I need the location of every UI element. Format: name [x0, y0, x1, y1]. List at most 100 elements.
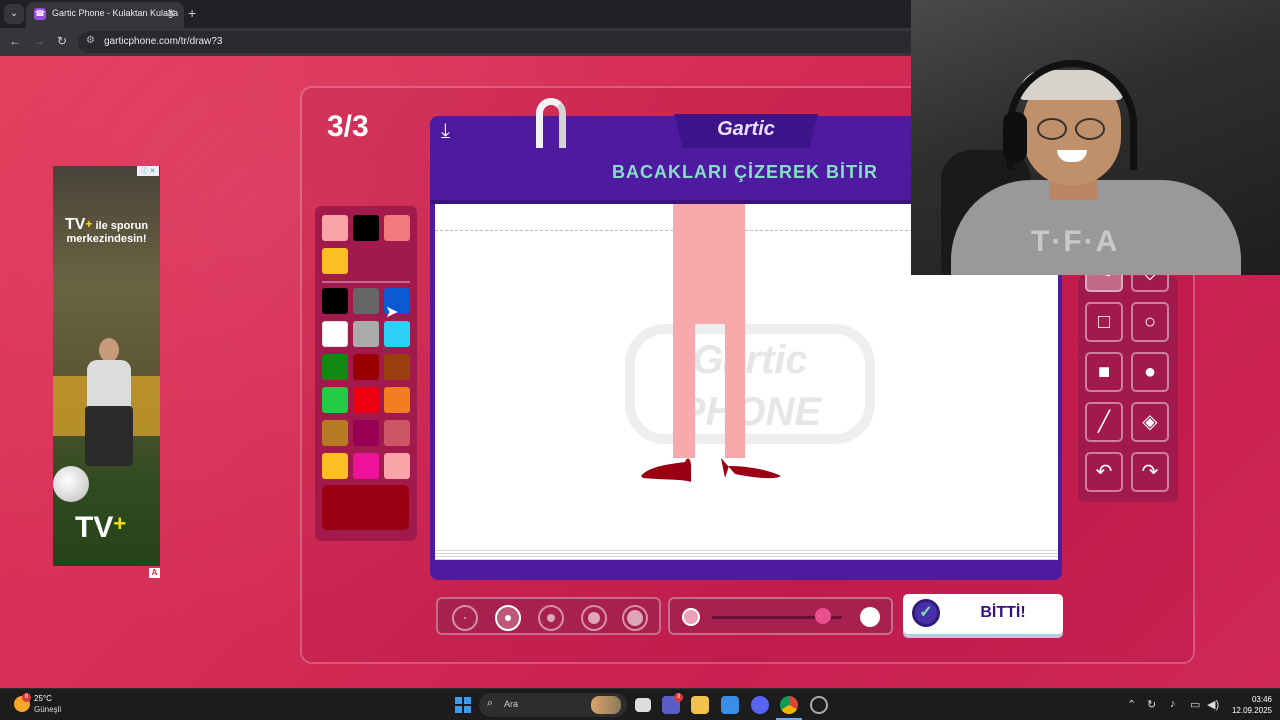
- ad-bottom-plus: +: [113, 511, 127, 536]
- tray-sync-icon[interactable]: ↻: [1147, 698, 1156, 711]
- advertisement[interactable]: ⓘ ✕ TV+ ile sporun merkezindesin! TV+: [53, 166, 160, 566]
- color-swatch[interactable]: [322, 453, 348, 479]
- rect-outline-tool-icon[interactable]: □: [1085, 302, 1123, 342]
- color-swatch[interactable]: [384, 354, 410, 380]
- drawing-prompt: BACAKLARI ÇİZEREK BİTİR: [612, 162, 878, 182]
- brush-size-3[interactable]: [538, 605, 564, 631]
- brush-size-selector: [436, 597, 661, 635]
- steam-icon[interactable]: [810, 696, 828, 714]
- tab-search-button[interactable]: ⌄: [4, 4, 24, 24]
- mouse-cursor-icon: ➤: [385, 304, 399, 321]
- color-swatch[interactable]: [353, 288, 379, 314]
- color-swatch[interactable]: [353, 453, 379, 479]
- network-icon[interactable]: ▭: [1190, 698, 1200, 711]
- file-explorer-icon[interactable]: [691, 696, 709, 714]
- search-placeholder: Ara: [504, 699, 519, 709]
- ad-badge[interactable]: A: [149, 568, 160, 578]
- glasses-right: [1075, 118, 1105, 140]
- line-tool-icon[interactable]: ╱: [1085, 402, 1123, 442]
- address-bar[interactable]: ⚙ garticphone.com/tr/draw?3: [78, 31, 918, 53]
- canvas-page-edges: [435, 548, 1058, 560]
- color-swatch[interactable]: [384, 321, 410, 347]
- weather-description[interactable]: Güneşli: [34, 705, 61, 714]
- color-swatch[interactable]: [322, 288, 348, 314]
- round-counter: 3/3: [327, 110, 369, 143]
- windows-start-icon[interactable]: [455, 697, 471, 713]
- color-swatch[interactable]: [322, 354, 348, 380]
- drawn-right-leg: [725, 324, 745, 458]
- opacity-slider[interactable]: [668, 597, 893, 635]
- board-hook-decoration: [536, 98, 566, 148]
- color-swatch[interactable]: [353, 215, 379, 241]
- color-swatch[interactable]: [384, 420, 410, 446]
- drawn-right-foot: [721, 458, 781, 479]
- back-arrow-icon[interactable]: ←: [9, 34, 21, 48]
- color-swatch[interactable]: [322, 215, 348, 241]
- color-swatch[interactable]: [353, 321, 379, 347]
- fill-bucket-tool-icon[interactable]: ◈: [1131, 402, 1169, 442]
- search-highlight-image: [591, 696, 621, 714]
- color-swatch[interactable]: [322, 420, 348, 446]
- color-swatch[interactable]: [384, 215, 410, 241]
- tray-chevron-icon[interactable]: ⌃: [1127, 698, 1136, 711]
- done-button[interactable]: ✓ BİTTİ!: [903, 594, 1063, 634]
- color-swatch[interactable]: [353, 420, 379, 446]
- current-color-preview: [322, 485, 409, 530]
- weather-temperature[interactable]: 25°C: [34, 694, 52, 703]
- opacity-thumb[interactable]: [814, 608, 831, 624]
- color-swatch[interactable]: [322, 387, 348, 413]
- task-view-icon[interactable]: [635, 698, 651, 712]
- volume-icon[interactable]: ◀): [1207, 698, 1219, 711]
- photos-icon[interactable]: [721, 696, 739, 714]
- opacity-high-icon: [860, 607, 880, 627]
- site-info-icon[interactable]: ⚙: [86, 35, 95, 46]
- circle-fill-tool-icon[interactable]: ●: [1131, 352, 1169, 392]
- microphone-icon[interactable]: ♪: [1170, 698, 1176, 710]
- ad-bottom-logo-text: TV: [75, 511, 114, 544]
- clock-time: 03:46: [1251, 695, 1272, 704]
- color-swatch[interactable]: [384, 387, 410, 413]
- download-icon[interactable]: ⤓: [441, 120, 467, 148]
- discord-icon[interactable]: [751, 696, 769, 714]
- taskbar-search[interactable]: ⌕ Ara: [479, 693, 627, 717]
- clock-date: 12.09.2025: [1231, 706, 1272, 715]
- system-clock[interactable]: 03:46 12.09.2025: [1228, 694, 1272, 716]
- forward-arrow-icon[interactable]: →: [33, 34, 45, 48]
- webcam-overlay: T·F·A: [911, 0, 1280, 275]
- chrome-icon[interactable]: [780, 696, 798, 714]
- brush-size-1[interactable]: [452, 605, 478, 631]
- brush-size-2[interactable]: [495, 605, 521, 631]
- ad-brand-plus: +: [85, 217, 93, 231]
- ad-football-image: [53, 466, 89, 502]
- redo-tool-icon[interactable]: ↷: [1131, 452, 1169, 492]
- checkmark-icon: ✓: [912, 599, 940, 627]
- tab-close-icon[interactable]: ✕: [167, 7, 176, 20]
- color-swatch[interactable]: [322, 321, 348, 347]
- brush-size-5[interactable]: [622, 605, 648, 631]
- color-swatch[interactable]: [322, 248, 348, 274]
- webcam-shirt-print: T·F·A: [1031, 225, 1120, 258]
- drawn-left-foot: [641, 458, 691, 482]
- headset-earcup: [1003, 112, 1027, 162]
- color-swatch[interactable]: [384, 453, 410, 479]
- color-swatch[interactable]: [353, 387, 379, 413]
- brush-size-4[interactable]: [581, 605, 607, 631]
- url-text: garticphone.com/tr/draw?3: [104, 36, 223, 47]
- glasses-left: [1037, 118, 1067, 140]
- circle-outline-tool-icon[interactable]: ○: [1131, 302, 1169, 342]
- rect-fill-tool-icon[interactable]: ■: [1085, 352, 1123, 392]
- opacity-low-icon: [682, 608, 700, 626]
- weather-badge: 8: [22, 693, 31, 702]
- color-swatch[interactable]: [353, 354, 379, 380]
- active-tab[interactable]: ☎ Gartic Phone - Kulaktan Kulağa ✕: [26, 2, 184, 28]
- reload-icon[interactable]: ↻: [57, 34, 67, 48]
- tab-title: Gartic Phone - Kulaktan Kulağa: [52, 8, 179, 18]
- undo-tool-icon[interactable]: ↶: [1085, 452, 1123, 492]
- ad-choices-icon[interactable]: ⓘ ✕: [137, 166, 159, 176]
- ad-person-image: [79, 338, 139, 466]
- done-button-label: BİTTİ!: [980, 604, 1026, 621]
- palette-divider: [322, 281, 410, 283]
- new-tab-button[interactable]: +: [188, 5, 196, 21]
- gartic-favicon-icon: ☎: [34, 8, 46, 20]
- drawn-left-leg: [673, 324, 695, 458]
